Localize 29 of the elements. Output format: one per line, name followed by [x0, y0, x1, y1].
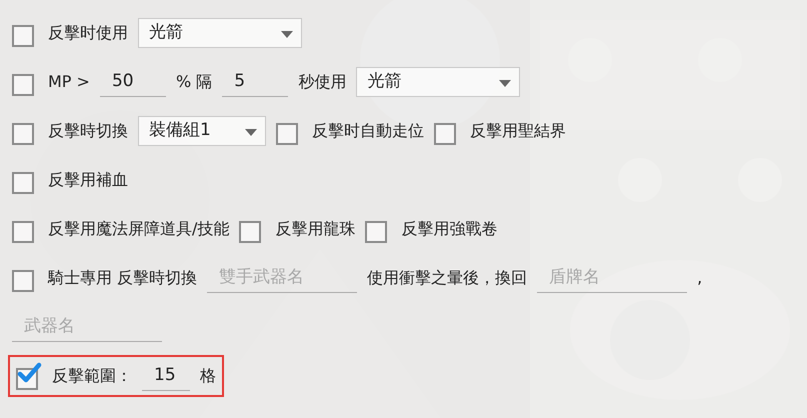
dropdown[interactable]: 光箭	[356, 66, 520, 96]
label-text: 秒使用	[298, 70, 346, 92]
checkbox-label: 反擊用補血	[48, 168, 128, 190]
checkbox-label: 反擊时自動走位	[312, 120, 424, 142]
dropdown[interactable]: 光箭	[138, 18, 302, 48]
caret-icon	[245, 128, 257, 136]
input-field[interactable]: 盾牌名	[537, 262, 688, 292]
checkbox-label: 反擊用聖結界	[470, 120, 566, 142]
checkbox[interactable]	[16, 362, 42, 390]
input-field[interactable]: 15	[142, 360, 190, 390]
input-field[interactable]: 雙手武器名	[207, 262, 358, 292]
label-text: ,	[697, 266, 702, 288]
checkbox-label: 反擊用魔法屏障道具/技能	[48, 218, 230, 240]
checkbox-label: 反擊範圍：	[52, 364, 132, 386]
label-text: 格	[200, 364, 216, 386]
checkbox-label: 反擊用龍珠	[275, 218, 356, 240]
checkbox-label: 反擊用強戰卷	[401, 218, 498, 240]
checkbox-label: 反擊時切換	[48, 120, 128, 142]
caret-icon	[499, 80, 512, 86]
input-field[interactable]: 武器名	[12, 312, 162, 342]
input-field[interactable]: 5	[222, 66, 288, 96]
caret-icon	[281, 30, 293, 38]
input-field[interactable]: 50	[100, 66, 166, 96]
dropdown[interactable]: 裝備組1	[138, 116, 266, 146]
label-text: 使用衝擊之暈後，換回	[367, 266, 528, 288]
checkbox-label: 反擊时使用	[48, 22, 128, 44]
checkbox-label: MP >	[48, 70, 90, 92]
label-text: % 隔	[176, 70, 212, 92]
checkbox-label: 騎士專用 反擊時切換	[48, 266, 198, 288]
